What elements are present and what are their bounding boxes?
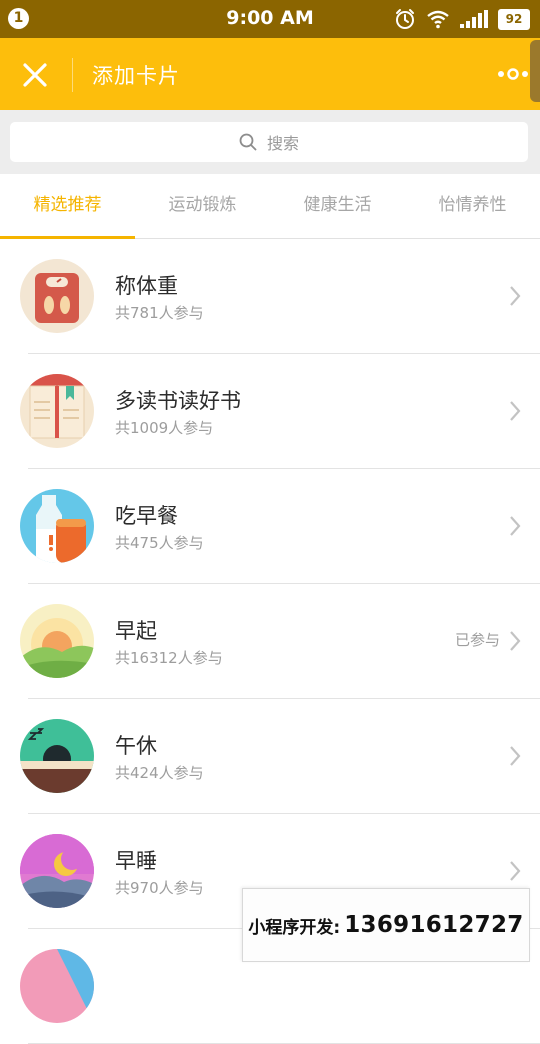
- status-bar: 1 9:00 AM 92: [0, 0, 540, 38]
- card-name: 午休: [115, 734, 157, 758]
- tab-healthy-living[interactable]: 健康生活: [270, 174, 405, 238]
- joined-status: 已参与: [454, 631, 500, 649]
- app-header: 添加卡片: [0, 38, 540, 110]
- card-name: 称体重: [115, 274, 178, 298]
- nap-icon: [20, 719, 94, 793]
- list-item[interactable]: 多读书读好书 共1009人参与: [0, 354, 540, 469]
- chevron-right-icon: [510, 631, 521, 651]
- card-participants: 共475人参与: [115, 534, 204, 552]
- chevron-right-icon: [510, 286, 521, 306]
- card-participants: 共970人参与: [115, 879, 204, 897]
- page-title: 添加卡片: [92, 64, 180, 88]
- wifi-icon: [427, 10, 449, 29]
- alarm-icon: [396, 9, 414, 29]
- tab-exercise[interactable]: 运动锻炼: [135, 174, 270, 238]
- chevron-right-icon: [510, 746, 521, 766]
- contact-watermark: 小程序开发: 13691612727: [242, 888, 530, 962]
- moon-icon: [20, 834, 94, 908]
- card-name: 早睡: [115, 849, 157, 873]
- card-participants: 共1009人参与: [115, 419, 214, 437]
- more-icon[interactable]: [496, 64, 530, 84]
- search-icon: [239, 133, 257, 151]
- list-item[interactable]: 早起 共16312人参与 已参与: [0, 584, 540, 699]
- breakfast-icon: [20, 489, 94, 563]
- card-name: 多读书读好书: [115, 389, 241, 413]
- weight-scale-icon: [20, 259, 94, 333]
- card-name: 早起: [115, 619, 157, 643]
- close-icon[interactable]: [20, 60, 50, 90]
- signal-icon: [460, 10, 488, 28]
- category-tabs: 精选推荐 运动锻炼 健康生活 怡情养性: [0, 174, 540, 239]
- side-handle: [530, 40, 540, 102]
- search-input[interactable]: 搜索: [10, 122, 528, 162]
- header-divider: [72, 58, 73, 92]
- chevron-right-icon: [510, 861, 521, 881]
- tab-featured[interactable]: 精选推荐: [0, 174, 135, 239]
- chevron-right-icon: [510, 401, 521, 421]
- chevron-right-icon: [510, 516, 521, 536]
- list-item[interactable]: 称体重 共781人参与: [0, 239, 540, 354]
- card-participants: 共424人参与: [115, 764, 204, 782]
- battery-icon: 92: [498, 8, 530, 30]
- search-bar: 搜索: [0, 110, 540, 174]
- list-item[interactable]: 吃早餐 共475人参与: [0, 469, 540, 584]
- tab-leisure[interactable]: 怡情养性: [405, 174, 540, 238]
- list-item[interactable]: 午休 共424人参与: [0, 699, 540, 814]
- card-name: 吃早餐: [115, 504, 178, 528]
- search-placeholder: 搜索: [266, 134, 299, 153]
- card-participants: 共781人参与: [115, 304, 204, 322]
- next-card-icon: [20, 949, 94, 1023]
- status-icons: 92: [394, 8, 530, 30]
- watermark-label: 小程序开发:: [248, 917, 341, 938]
- sunrise-icon: [20, 604, 94, 678]
- watermark-number: 13691612727: [344, 912, 524, 938]
- card-participants: 共16312人参与: [115, 649, 223, 667]
- book-icon: [20, 374, 94, 448]
